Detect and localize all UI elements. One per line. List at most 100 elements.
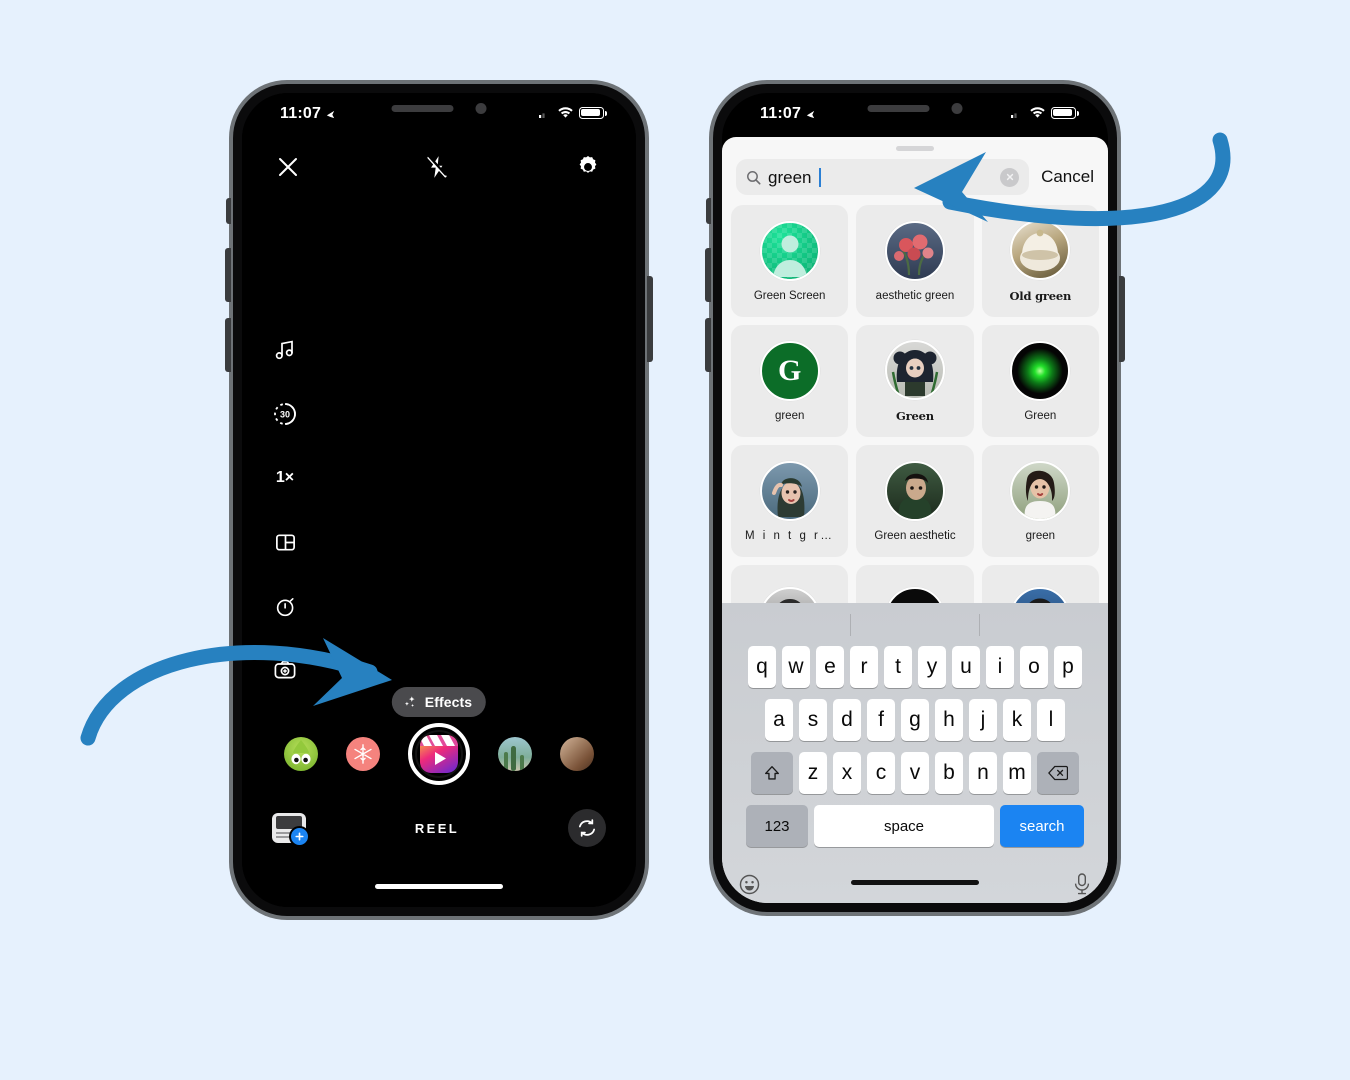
camera-plus-icon[interactable]	[264, 649, 306, 691]
status-time-right: 11:07	[760, 105, 816, 123]
effect-card[interactable]: M i n t g r…	[731, 445, 849, 557]
camera-bottom-bar: REEL	[242, 805, 636, 851]
phone-body-right: 11:07 green Cancel Green Screen aestheti…	[713, 84, 1117, 912]
volume-down-button[interactable]	[225, 318, 231, 372]
status-bar-left: 11:07	[242, 93, 636, 137]
gallery-add-icon[interactable]	[272, 813, 310, 847]
status-time-text-right: 11:07	[760, 105, 802, 122]
key-m[interactable]: m	[1003, 752, 1031, 794]
power-button[interactable]	[647, 276, 653, 362]
effect-card[interactable]: aesthetic green	[856, 205, 974, 317]
effect-card[interactable]: Green Screen	[731, 205, 849, 317]
camera-flip-icon[interactable]	[568, 809, 606, 847]
key-u[interactable]: u	[952, 646, 980, 688]
effect-card[interactable]: Old green	[981, 205, 1099, 317]
close-icon[interactable]	[276, 155, 300, 179]
effect-card[interactable]: Green aesthetic	[856, 445, 974, 557]
backspace-icon	[1048, 765, 1068, 781]
effect-card[interactable]: Green	[981, 325, 1099, 437]
effect-name: Green	[896, 408, 934, 423]
prediction-slot-3[interactable]	[980, 603, 1108, 646]
zoom-level-button[interactable]: 1×	[264, 457, 306, 499]
cellular-signal-icon	[539, 113, 545, 118]
effect-card[interactable]: Green	[856, 325, 974, 437]
volume-up-button[interactable]	[225, 248, 231, 302]
key-t[interactable]: t	[884, 646, 912, 688]
notch-right	[867, 103, 963, 114]
key-i[interactable]: i	[986, 646, 1014, 688]
location-arrow-icon	[806, 110, 815, 118]
carousel-item-grinch[interactable]	[284, 737, 318, 771]
effect-card[interactable]: G green	[731, 325, 849, 437]
duration-dial-icon[interactable]: 30	[264, 393, 306, 435]
power-button-right[interactable]	[1119, 276, 1125, 362]
prediction-slot-2[interactable]	[851, 603, 979, 646]
status-bar-right: 11:07	[722, 93, 1108, 137]
key-v[interactable]: v	[901, 752, 929, 794]
key-k[interactable]: k	[1003, 699, 1031, 741]
reels-icon	[420, 735, 458, 773]
earpiece-speaker-right	[867, 105, 930, 112]
space-key[interactable]: space	[814, 805, 994, 847]
cancel-button[interactable]: Cancel	[1041, 167, 1094, 187]
search-input[interactable]: green	[736, 159, 1030, 195]
carousel-item-snowflake[interactable]	[346, 737, 380, 771]
key-g[interactable]: g	[901, 699, 929, 741]
home-indicator-left[interactable]	[375, 884, 503, 889]
clear-circle-icon[interactable]	[1000, 167, 1020, 187]
key-s[interactable]: s	[799, 699, 827, 741]
effect-name: Green	[1024, 409, 1057, 422]
numbers-key[interactable]: 123	[746, 805, 808, 847]
shift-key[interactable]	[751, 752, 793, 794]
key-a[interactable]: a	[765, 699, 793, 741]
shutter-button[interactable]	[408, 723, 470, 785]
music-note-icon[interactable]	[264, 329, 306, 371]
volume-down-button-right[interactable]	[705, 318, 711, 372]
key-y[interactable]: y	[918, 646, 946, 688]
key-o[interactable]: o	[1020, 646, 1048, 688]
earpiece-speaker	[391, 105, 454, 112]
key-j[interactable]: j	[969, 699, 997, 741]
key-q[interactable]: q	[748, 646, 776, 688]
flash-off-icon[interactable]	[424, 154, 450, 180]
key-f[interactable]: f	[867, 699, 895, 741]
key-e[interactable]: e	[816, 646, 844, 688]
key-b[interactable]: b	[935, 752, 963, 794]
cellular-signal-icon	[1011, 113, 1017, 118]
key-w[interactable]: w	[782, 646, 810, 688]
effects-button[interactable]: Effects	[391, 687, 487, 717]
return-search-key[interactable]: search	[1000, 805, 1084, 847]
carousel-item-cactus[interactable]	[498, 737, 532, 771]
microphone-icon[interactable]	[1072, 872, 1092, 896]
status-time-left: 11:07	[280, 105, 336, 123]
effect-card[interactable]: green	[981, 445, 1099, 557]
silent-switch-right[interactable]	[706, 198, 711, 224]
effect-thumbnail-anime-green	[884, 339, 945, 400]
settings-icon[interactable]	[574, 153, 602, 181]
stopwatch-icon[interactable]	[264, 585, 306, 627]
key-d[interactable]: d	[833, 699, 861, 741]
keyboard-row-1: qwertyuiop	[722, 646, 1108, 688]
key-z[interactable]: z	[799, 752, 827, 794]
key-p[interactable]: p	[1054, 646, 1082, 688]
capture-mode-label[interactable]: REEL	[415, 821, 459, 836]
key-n[interactable]: n	[969, 752, 997, 794]
key-c[interactable]: c	[867, 752, 895, 794]
effects-carousel	[242, 723, 636, 785]
key-l[interactable]: l	[1037, 699, 1065, 741]
backspace-key[interactable]	[1037, 752, 1079, 794]
emoji-icon[interactable]	[738, 873, 761, 896]
silent-switch[interactable]	[226, 198, 231, 224]
home-indicator-right[interactable]	[851, 880, 979, 885]
key-x[interactable]: x	[833, 752, 861, 794]
effects-search-sheet: green Cancel Green Screen aesthetic gree…	[722, 137, 1108, 903]
key-r[interactable]: r	[850, 646, 878, 688]
key-h[interactable]: h	[935, 699, 963, 741]
carousel-item-hair[interactable]	[560, 737, 594, 771]
battery-icon	[579, 106, 607, 119]
prediction-slot-1[interactable]	[722, 603, 850, 646]
status-icons-left	[539, 106, 607, 119]
phone-device-left: 11:07 30 1× Effects REEL	[225, 80, 653, 920]
layout-grid-icon[interactable]	[264, 521, 306, 563]
volume-up-button-right[interactable]	[705, 248, 711, 302]
